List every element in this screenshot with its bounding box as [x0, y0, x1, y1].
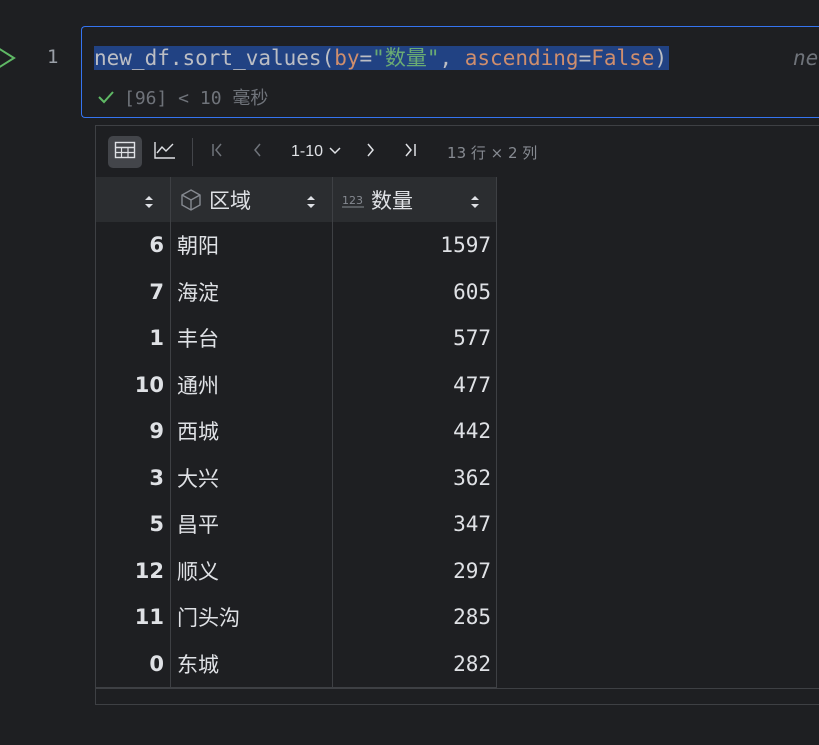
cell-count[interactable]: 362	[333, 454, 497, 501]
table-header: 区域 123 数量	[96, 177, 497, 222]
cell-area[interactable]: 大兴	[171, 454, 333, 501]
last-page-icon	[401, 141, 419, 163]
cell-count[interactable]: 477	[333, 361, 497, 408]
column-header-count[interactable]: 123 数量	[333, 177, 497, 222]
svg-text:123: 123	[342, 194, 363, 207]
chevron-left-icon	[249, 141, 267, 163]
cell-area[interactable]: 西城	[171, 408, 333, 455]
cell-area[interactable]: 顺义	[171, 547, 333, 594]
table-row[interactable]: 11 门头沟 285	[96, 594, 497, 641]
cell-count[interactable]: 297	[333, 547, 497, 594]
table-icon	[114, 140, 136, 164]
chevron-down-icon	[327, 142, 343, 163]
code-close-paren: )	[654, 46, 668, 70]
sort-icon[interactable]	[144, 191, 154, 215]
dataframe-output: 1-10 13 行 × 2 列 区域 123 数量 6 朝阳 1597 7 海淀…	[95, 125, 819, 705]
numeric-123-icon: 123	[341, 190, 365, 210]
execution-status: [96] < 10 毫秒	[96, 85, 268, 109]
cell-count[interactable]: 347	[333, 501, 497, 548]
cell-count[interactable]: 442	[333, 408, 497, 455]
cell-area[interactable]: 通州	[171, 361, 333, 408]
table-bottom-border	[96, 688, 819, 689]
row-index[interactable]: 9	[96, 408, 171, 455]
cell-count[interactable]: 1597	[333, 222, 497, 269]
table-row[interactable]: 7 海淀 605	[96, 268, 497, 315]
row-index[interactable]: 1	[96, 315, 171, 362]
row-index[interactable]: 12	[96, 547, 171, 594]
page-size-dropdown[interactable]: 1-10	[291, 142, 343, 163]
code-call: new_df.sort_values(	[94, 46, 335, 70]
code-param-by: by	[334, 46, 360, 70]
row-index[interactable]: 5	[96, 501, 171, 548]
code-value-false: False	[591, 46, 655, 70]
code-equals: =	[359, 46, 373, 70]
sort-icon[interactable]	[470, 191, 480, 215]
line-chart-icon	[153, 140, 177, 164]
table-row[interactable]: 10 通州 477	[96, 361, 497, 408]
row-index[interactable]: 7	[96, 268, 171, 315]
code-equals: =	[578, 46, 592, 70]
cell-area[interactable]: 门头沟	[171, 594, 333, 641]
selected-code: new_df.sort_values(by="数量", ascending=Fa…	[94, 46, 670, 70]
cell-area[interactable]: 朝阳	[171, 222, 333, 269]
chart-view-button[interactable]	[148, 136, 182, 168]
table-row[interactable]: 12 顺义 297	[96, 547, 497, 594]
row-index[interactable]: 3	[96, 454, 171, 501]
toolbar-divider	[192, 138, 193, 166]
cell-area[interactable]: 昌平	[171, 501, 333, 548]
first-page-icon	[209, 141, 227, 163]
code-line[interactable]: new_df.sort_values(by="数量", ascending=Fa…	[94, 43, 670, 74]
execution-status-text: [96] < 10 毫秒	[124, 88, 269, 109]
dataframe-table: 区域 123 数量 6 朝阳 1597 7 海淀 605 1 丰台 577 10 通州 477 9 西城 4…	[96, 177, 497, 688]
row-index[interactable]: 11	[96, 594, 171, 641]
cell-count[interactable]: 577	[333, 315, 497, 362]
chevron-right-icon	[361, 141, 379, 163]
page-range: 1-10	[291, 143, 324, 160]
table-row[interactable]: 6 朝阳 1597	[96, 222, 497, 269]
inline-hint: ne	[793, 46, 819, 70]
line-number: 1	[47, 46, 59, 68]
cell-area[interactable]: 东城	[171, 640, 333, 687]
code-comma: ,	[439, 46, 465, 70]
row-index[interactable]: 10	[96, 361, 171, 408]
previous-page-button[interactable]	[241, 136, 275, 168]
table-view-button[interactable]	[108, 136, 142, 168]
last-page-button[interactable]	[393, 136, 427, 168]
cell-area[interactable]: 丰台	[171, 315, 333, 362]
output-toolbar: 1-10 13 行 × 2 列	[108, 134, 537, 170]
row-index[interactable]: 0	[96, 640, 171, 687]
column-label: 区域	[209, 188, 251, 213]
table-row[interactable]: 0 东城 282	[96, 640, 497, 687]
table-row[interactable]: 5 昌平 347	[96, 501, 497, 548]
run-cell-icon[interactable]	[0, 44, 18, 72]
table-row[interactable]: 3 大兴 362	[96, 454, 497, 501]
cell-count[interactable]: 285	[333, 594, 497, 641]
code-param-ascending: ascending	[464, 46, 579, 70]
table-row[interactable]: 1 丰台 577	[96, 315, 497, 362]
table-row[interactable]: 9 西城 442	[96, 408, 497, 455]
row-index[interactable]: 6	[96, 222, 171, 269]
cell-count[interactable]: 605	[333, 268, 497, 315]
cell-area[interactable]: 海淀	[171, 268, 333, 315]
column-label: 数量	[371, 188, 413, 213]
index-column-header[interactable]	[96, 177, 171, 222]
dataframe-shape: 13 行 × 2 列	[447, 143, 538, 162]
cube-icon	[179, 188, 203, 212]
code-cell[interactable]: new_df.sort_values(by="数量", ascending=Fa…	[81, 26, 819, 118]
sort-icon[interactable]	[306, 191, 316, 215]
column-header-area[interactable]: 区域	[171, 177, 333, 222]
next-page-button[interactable]	[353, 136, 387, 168]
code-string: "数量"	[372, 46, 440, 70]
first-page-button[interactable]	[201, 136, 235, 168]
cell-count[interactable]: 282	[333, 640, 497, 687]
checkmark-icon	[96, 87, 116, 107]
table-body: 6 朝阳 1597 7 海淀 605 1 丰台 577 10 通州 477 9 西城 442 3 大兴 362 5 昌…	[96, 222, 497, 688]
